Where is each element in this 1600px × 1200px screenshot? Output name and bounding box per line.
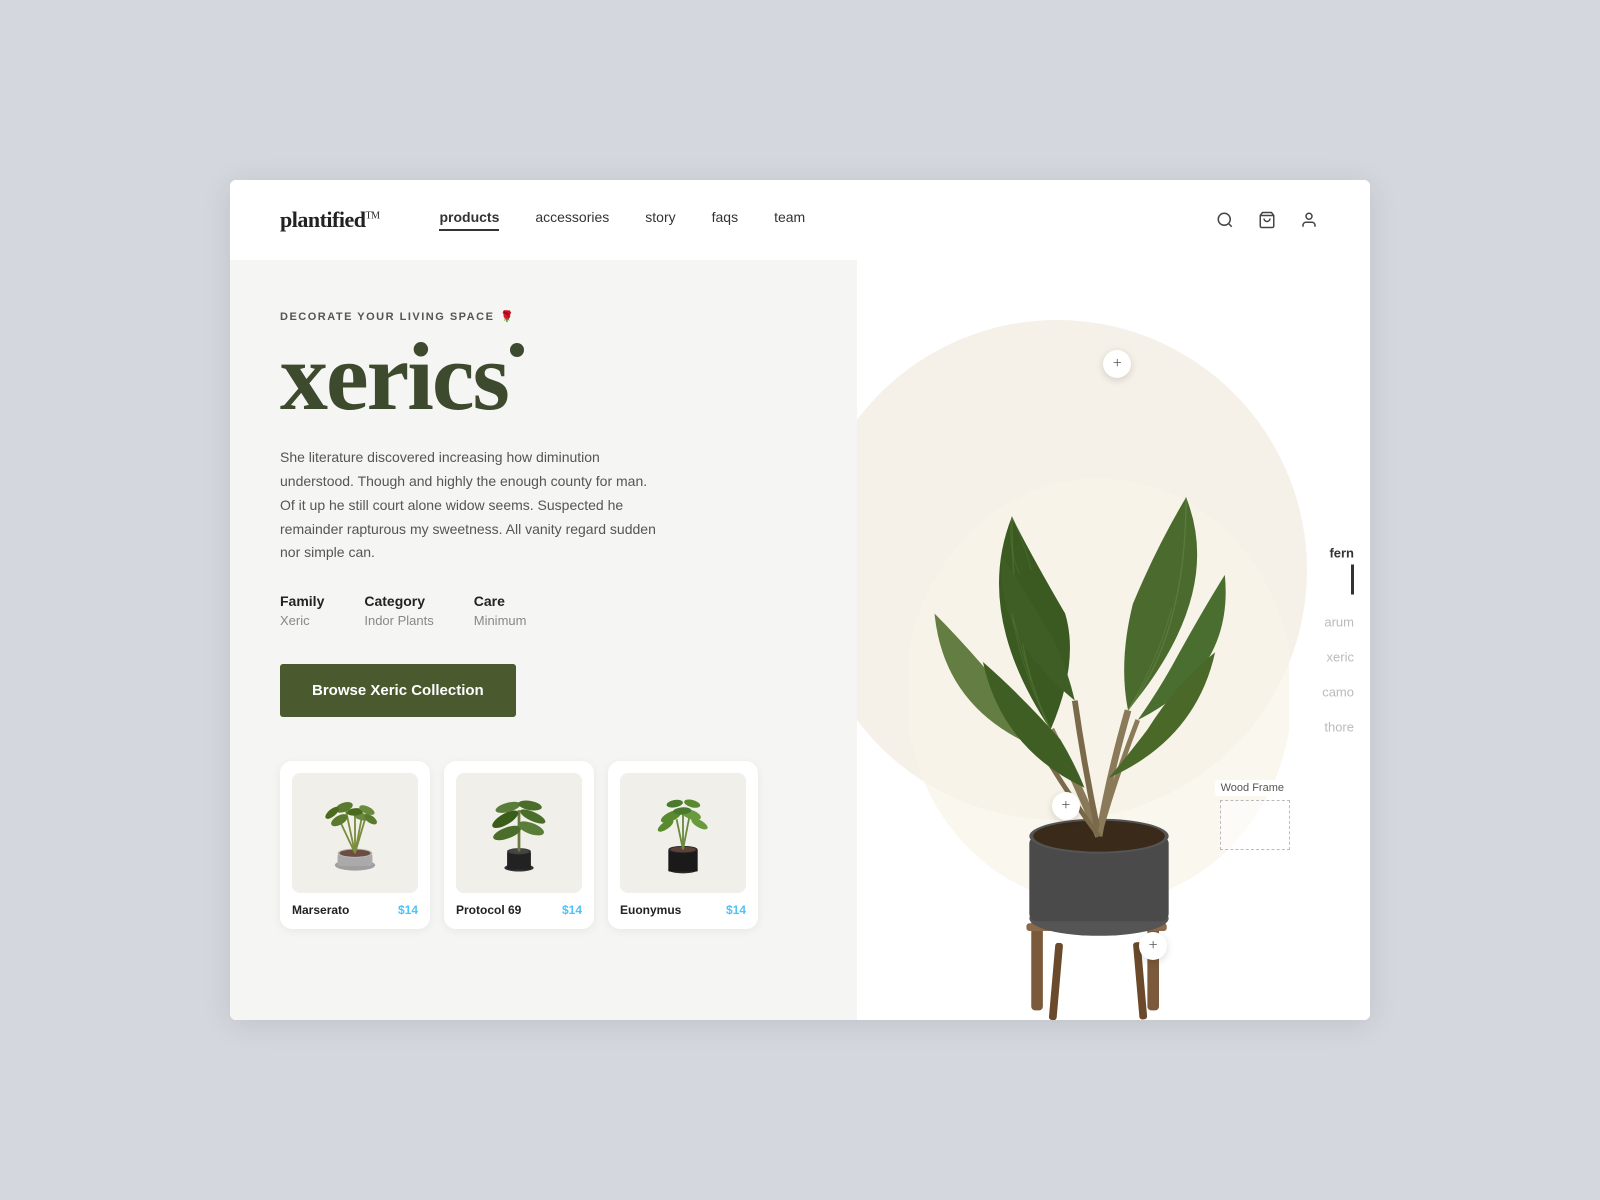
plant-info: Family Xeric Category Indor Plants Care … — [280, 593, 807, 628]
large-plant-svg — [909, 420, 1289, 1020]
plant-care: Care Minimum — [474, 593, 527, 628]
header-icons — [1214, 209, 1320, 231]
product-price-2: $14 — [562, 903, 582, 917]
main-nav: products accessories story faqs team — [439, 209, 1214, 231]
nav-item-products[interactable]: products — [439, 209, 499, 231]
header: plantifiedTM products accessories story … — [230, 180, 1370, 260]
brand-trademark: TM — [365, 211, 379, 222]
cart-icon[interactable] — [1256, 209, 1278, 231]
user-icon[interactable] — [1298, 209, 1320, 231]
hero-description: She literature discovered increasing how… — [280, 446, 660, 565]
product-image-euonymus — [620, 773, 746, 893]
product-price-1: $14 — [398, 903, 418, 917]
product-card-2[interactable]: Protocol 69 $14 — [444, 761, 594, 929]
product-name-3: Euonymus — [620, 903, 681, 917]
plant-category: Category Indor Plants — [364, 593, 433, 628]
hotspot-button-3[interactable]: + — [1139, 932, 1167, 960]
product-price-3: $14 — [726, 903, 746, 917]
nav-item-faqs[interactable]: faqs — [712, 209, 738, 231]
right-panel: + + + Wood Frame fern arum xeric camo th… — [857, 260, 1370, 1020]
left-panel: DECORATE YOUR LIVING SPACE 🌹 xerics She … — [230, 260, 857, 1020]
right-sidebar-nav: fern arum xeric camo thore — [1322, 546, 1370, 735]
decorate-label: DECORATE YOUR LIVING SPACE 🌹 — [280, 310, 807, 323]
sidebar-nav-item-camo[interactable]: camo — [1322, 685, 1354, 700]
logo: plantifiedTM — [280, 207, 379, 233]
plant-illustration-1 — [310, 778, 400, 888]
nav-item-team[interactable]: team — [774, 209, 805, 231]
plant-family: Family Xeric — [280, 593, 324, 628]
nav-item-accessories[interactable]: accessories — [535, 209, 609, 231]
plant-illustration-2 — [474, 778, 564, 888]
flower-emoji: 🌹 — [500, 310, 515, 323]
hotspot-button-2[interactable]: + — [1052, 792, 1080, 820]
sidebar-nav-item-arum[interactable]: arum — [1322, 615, 1354, 630]
hero-title: xerics — [280, 331, 807, 422]
title-dot — [510, 343, 524, 357]
plant-illustration-3 — [638, 778, 728, 888]
product-card-3[interactable]: Euonymus $14 — [608, 761, 758, 929]
product-card-footer-3: Euonymus $14 — [620, 903, 746, 917]
product-name-1: Marserato — [292, 903, 349, 917]
product-card-1[interactable]: Marserato $14 — [280, 761, 430, 929]
product-card-footer-1: Marserato $14 — [292, 903, 418, 917]
main-content: DECORATE YOUR LIVING SPACE 🌹 xerics She … — [230, 260, 1370, 1020]
sidebar-nav-item-xeric[interactable]: xeric — [1322, 650, 1354, 665]
active-nav-indicator — [1351, 565, 1354, 595]
wood-frame-preview — [1220, 800, 1290, 850]
brand-name: plantified — [280, 207, 365, 232]
sidebar-nav-item-thore[interactable]: thore — [1322, 720, 1354, 735]
sidebar-nav-item-fern[interactable]: fern — [1322, 546, 1354, 595]
nav-item-story[interactable]: story — [645, 209, 675, 231]
browse-button[interactable]: Browse Xeric Collection — [280, 664, 516, 717]
product-card-footer-2: Protocol 69 $14 — [456, 903, 582, 917]
large-plant-area — [887, 280, 1310, 1020]
search-icon[interactable] — [1214, 209, 1236, 231]
wood-frame-tooltip: Wood Frame — [1215, 780, 1290, 850]
product-name-2: Protocol 69 — [456, 903, 521, 917]
tooltip-label: Wood Frame — [1215, 780, 1290, 796]
main-window: plantifiedTM products accessories story … — [230, 180, 1370, 1020]
product-image-marserato — [292, 773, 418, 893]
product-cards-row: Marserato $14 — [280, 761, 807, 929]
product-image-protocol — [456, 773, 582, 893]
